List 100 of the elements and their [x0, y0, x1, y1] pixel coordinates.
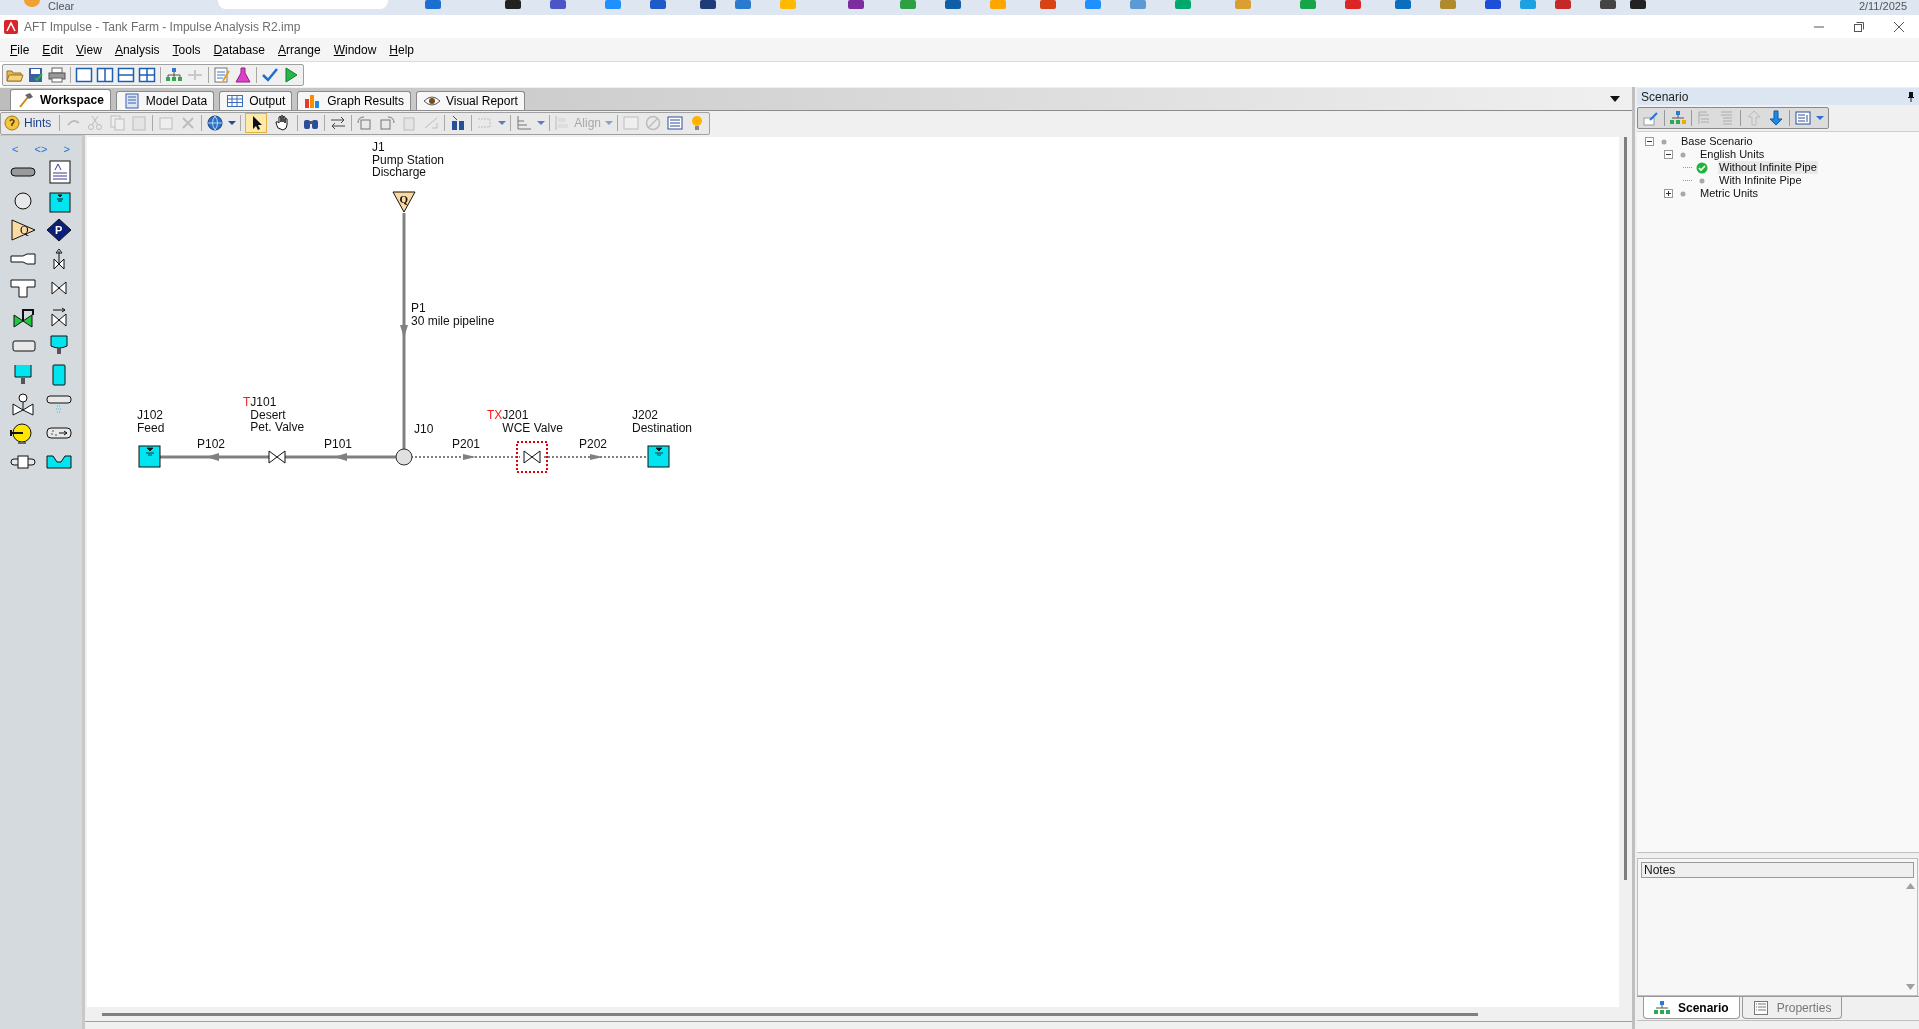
tee-icon[interactable]	[9, 276, 37, 300]
taskbar-app-icon[interactable]	[650, 0, 666, 9]
two-column-icon[interactable]	[96, 66, 114, 83]
taskbar-app-icon[interactable]	[848, 0, 864, 9]
restore-icon[interactable]	[1853, 20, 1865, 33]
view-tab[interactable]: Graph Results	[297, 91, 411, 110]
rotate-right-icon[interactable]	[378, 115, 397, 131]
view-tab[interactable]: Workspace	[10, 89, 111, 110]
notebook-icon	[122, 93, 141, 109]
scenario-tree-icon[interactable]	[1669, 110, 1687, 126]
pin-icon[interactable]	[1907, 91, 1915, 102]
checklist-icon[interactable]	[213, 66, 231, 83]
menu-item[interactable]: Arrange	[271, 39, 327, 60]
help-icon	[4, 115, 20, 131]
menu-item[interactable]: Analysis	[108, 39, 166, 60]
axis-icon[interactable]	[515, 115, 534, 131]
flask-icon[interactable]	[234, 66, 252, 83]
hammer-icon	[17, 92, 35, 108]
close-icon[interactable]	[1893, 20, 1905, 33]
view-tab[interactable]: Output	[219, 91, 293, 110]
scrollbar-thumb[interactable]	[102, 1012, 1478, 1016]
taskbar-app-icon[interactable]	[700, 0, 716, 9]
panel-tab[interactable]: Scenario	[1643, 997, 1740, 1019]
taskbar-app-icon[interactable]	[1600, 0, 1616, 9]
menu-item[interactable]: View	[70, 39, 108, 60]
scroll-down-icon[interactable]	[1905, 984, 1915, 990]
junction-label: J201 WCE Valve	[502, 409, 563, 434]
pipe-label: P101	[324, 438, 353, 451]
workspace-canvas[interactable]: Q J1 Pump Station Discharge J102 Feed TJ101 Desert Pet. Valve J10 TXJ201 WCE Valve J202 Destination P1 30 mile pipeline P102 P101 P201 P202	[87, 137, 1619, 1007]
status-flag-label: TX	[487, 409, 503, 423]
grid-icon[interactable]	[138, 66, 156, 83]
dropdown-caret-icon[interactable]	[1610, 96, 1620, 102]
menu-item[interactable]: Edit	[36, 39, 70, 60]
taskbar-date: 2/11/2025	[1858, 0, 1907, 13]
hints-button[interactable]: Hints	[4, 113, 56, 133]
taskbar-app-icon[interactable]	[1630, 0, 1646, 9]
scenario-tree-item[interactable]: English Units	[1699, 148, 1766, 161]
assigned-flow-junction: Q	[392, 191, 416, 213]
palette-nav-button[interactable]: >	[63, 142, 70, 156]
status-flag-label: T	[243, 396, 251, 411]
checkmark-icon[interactable]	[261, 66, 279, 83]
scenario-tree-item[interactable]: With Infinite Pipe	[1718, 174, 1803, 187]
search-field[interactable]	[218, 0, 388, 9]
pipe-label: P1 30 mile pipeline	[411, 302, 495, 327]
swap-arrows-icon[interactable]	[329, 115, 348, 131]
view-tab[interactable]: Visual Report	[415, 91, 525, 110]
pump-icon[interactable]: P	[45, 218, 73, 242]
menu-item[interactable]: Window	[327, 39, 383, 60]
move-down-icon[interactable]	[1767, 110, 1785, 126]
scrollbar-thumb[interactable]	[1624, 137, 1627, 880]
junction-label: J1 Pump Station Discharge	[372, 141, 445, 179]
expand-icon[interactable]	[1664, 189, 1673, 198]
pipe-label: P202	[579, 438, 608, 451]
junction-label: J101 Desert Pet. Valve	[250, 396, 305, 434]
panel-title: Scenario	[1641, 88, 1689, 106]
select-tool-button[interactable]	[245, 113, 268, 133]
scroll-up-icon[interactable]	[1905, 883, 1915, 889]
junction-label: J202 Destination	[632, 409, 693, 434]
taskbar-app-icon[interactable]	[1485, 0, 1501, 9]
menu-item[interactable]: Database	[207, 39, 271, 60]
list-window-icon[interactable]	[1794, 110, 1812, 126]
vacuum-breaker-icon[interactable]	[9, 392, 37, 416]
pipe-label: P102	[197, 438, 226, 451]
junction-label: J10	[414, 423, 434, 436]
taskbar-app-icon[interactable]	[550, 0, 566, 9]
scenario-tree-item[interactable]: Base Scenario	[1680, 135, 1754, 148]
tree-icon	[1654, 1000, 1670, 1015]
scenario-tree-item[interactable]: Metric Units	[1699, 187, 1760, 200]
spray-nozzle-icon[interactable]	[45, 392, 73, 416]
weather-icon	[24, 0, 40, 7]
table-icon	[226, 93, 245, 109]
edit-scenario-icon[interactable]	[1642, 110, 1660, 126]
view-tab[interactable]: Model Data	[115, 91, 215, 110]
palette-nav-button[interactable]: <	[12, 142, 19, 156]
panel-tab[interactable]: Properties	[1741, 997, 1843, 1019]
scenario-tree-item[interactable]: Without Infinite Pipe	[1718, 161, 1818, 174]
menu-item[interactable]: Help	[383, 39, 421, 60]
print-icon[interactable]	[48, 66, 66, 83]
junction-label: J102 Feed	[137, 409, 165, 434]
notes-header: Notes	[1641, 862, 1914, 878]
list-window-icon[interactable]	[666, 115, 685, 131]
collapse-icon[interactable]	[1645, 137, 1654, 146]
property-grid-icon	[1752, 1000, 1769, 1015]
eye-icon	[422, 93, 441, 109]
network-icon[interactable]	[165, 66, 183, 83]
two-row-icon[interactable]	[117, 66, 135, 83]
globe-icon[interactable]	[206, 115, 225, 131]
pipe-label: P201	[452, 438, 481, 451]
taskbar-label: Clear	[48, 0, 75, 13]
palette-nav-button[interactable]: <>	[34, 142, 48, 156]
menu-item[interactable]: Tools	[166, 39, 207, 60]
menu-item[interactable]: File	[4, 39, 36, 60]
assigned-flow-icon[interactable]: Q	[9, 218, 37, 242]
single-pane-icon[interactable]	[75, 66, 93, 83]
taskbar-app-icon[interactable]	[505, 0, 521, 9]
collapse-icon[interactable]	[1664, 150, 1673, 159]
taskbar-app-icon[interactable]	[945, 0, 961, 9]
app-logo-icon	[4, 19, 18, 34]
play-icon[interactable]	[282, 66, 300, 83]
save-icon[interactable]	[27, 66, 45, 83]
